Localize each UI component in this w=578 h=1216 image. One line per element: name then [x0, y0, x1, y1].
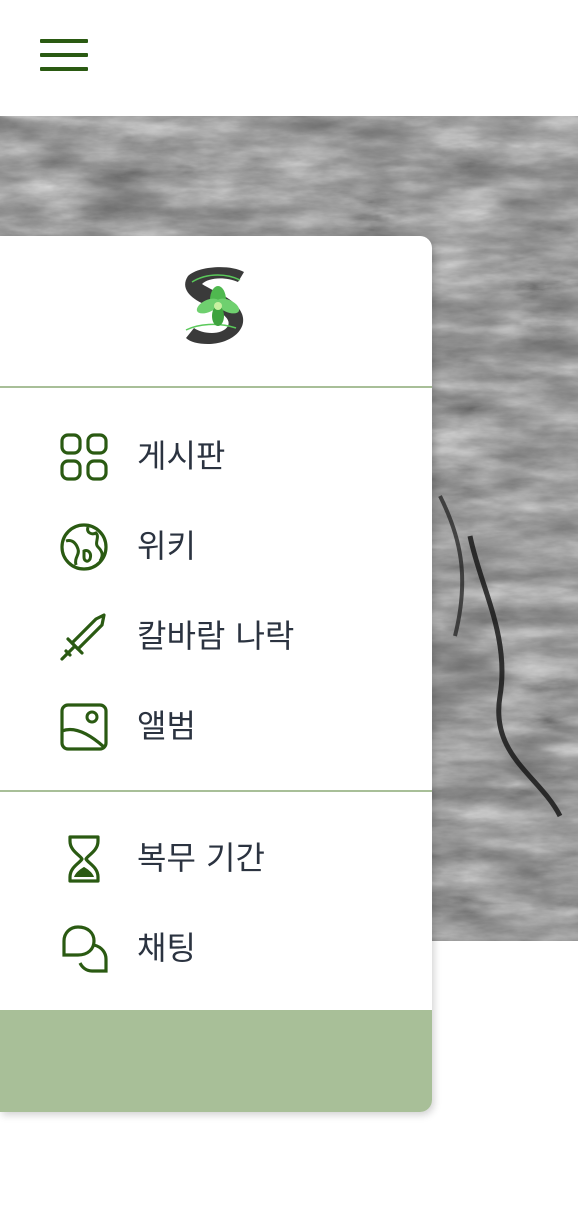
menu-item-aram[interactable]: 칼바람 나락: [0, 590, 432, 680]
menu-item-label: 게시판: [137, 437, 226, 475]
menu-item-service-period[interactable]: 복무 기간: [0, 812, 432, 902]
grid-icon: [60, 433, 108, 481]
hamburger-line: [40, 39, 88, 43]
image-icon: [60, 703, 108, 751]
menu-item-chat[interactable]: 채팅: [0, 902, 432, 992]
drawer-header: [0, 236, 432, 388]
navigation-drawer: 게시판 위키 칼바람 나락 앨범 복무 기간 채팅: [0, 236, 432, 1112]
hourglass-icon: [68, 835, 100, 883]
menu-item-label: 채팅: [137, 929, 196, 967]
hamburger-line: [40, 53, 88, 57]
leaf-s-logo[interactable]: [178, 262, 258, 350]
primary-menu: 게시판 위키 칼바람 나락 앨범: [0, 388, 432, 792]
hamburger-line: [40, 67, 88, 71]
menu-item-album[interactable]: 앨범: [0, 680, 432, 770]
menu-item-label: 복무 기간: [137, 839, 265, 877]
sword-icon: [60, 613, 106, 661]
hamburger-menu-icon[interactable]: [32, 32, 96, 80]
menu-item-label: 칼바람 나락: [137, 617, 295, 655]
menu-item-label: 앨범: [137, 707, 196, 745]
globe-icon: [60, 523, 108, 571]
menu-item-board[interactable]: 게시판: [0, 410, 432, 500]
menu-item-label: 위키: [137, 527, 196, 565]
top-app-bar: [0, 0, 578, 116]
menu-item-wiki[interactable]: 위키: [0, 500, 432, 590]
secondary-menu: 복무 기간 채팅: [0, 792, 432, 1012]
drawer-footer: [0, 1010, 432, 1112]
chat-bubbles-icon: [62, 925, 108, 973]
